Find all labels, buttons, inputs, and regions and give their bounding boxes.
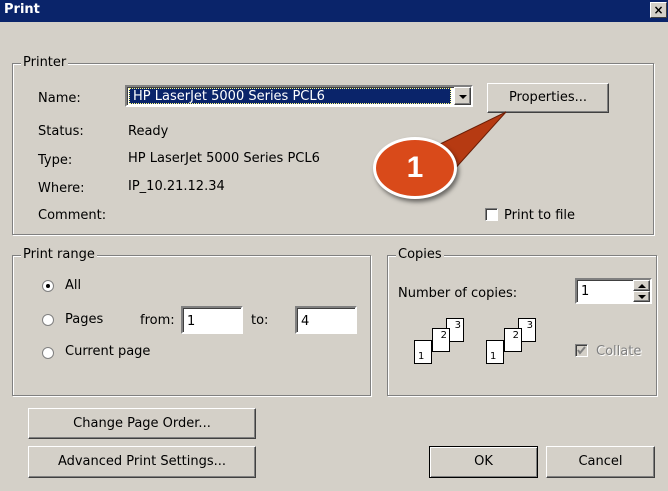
spin-up-button[interactable] (633, 280, 650, 291)
callout-number: 1 (406, 151, 424, 184)
window-title: Print (4, 2, 40, 17)
comment-label: Comment: (38, 208, 107, 223)
page-2-icon: 2 (432, 328, 450, 352)
number-of-copies-label: Number of copies: (398, 286, 518, 301)
printer-name-select[interactable]: HP LaserJet 5000 Series PCL6 (125, 85, 473, 107)
page-2-label: 2 (440, 330, 447, 341)
print-to-file-label[interactable]: Print to file (504, 208, 575, 223)
page-3-label: 3 (454, 320, 461, 331)
printer-group-label: Printer (21, 55, 69, 70)
type-value: HP LaserJet 5000 Series PCL6 (128, 151, 320, 166)
radio-pages[interactable] (42, 314, 54, 326)
arrow-down-icon (638, 295, 646, 299)
status-label: Status: (38, 124, 84, 139)
radio-pages-label[interactable]: Pages (65, 312, 103, 327)
print-range-group-label: Print range (21, 247, 97, 262)
where-value: IP_10.21.12.34 (128, 179, 225, 194)
properties-button[interactable]: Properties... (487, 83, 609, 113)
collate-pages-icon-2: 3 2 1 (482, 318, 542, 373)
spin-down-button[interactable] (633, 291, 650, 302)
arrow-up-icon (638, 284, 646, 288)
advanced-print-settings-label: Advanced Print Settings... (57, 454, 227, 469)
close-icon: × (653, 3, 664, 17)
page-3-label: 3 (526, 320, 533, 331)
checkmark-icon (577, 346, 586, 355)
page-1-icon: 1 (486, 340, 504, 364)
name-label: Name: (38, 91, 81, 106)
change-page-order-button[interactable]: Change Page Order... (28, 408, 256, 439)
callout-badge: 1 (373, 137, 457, 199)
ok-button[interactable]: OK (429, 446, 538, 478)
cancel-button[interactable]: Cancel (546, 446, 655, 478)
chevron-down-icon (459, 95, 467, 99)
page-2-label: 2 (512, 330, 519, 341)
to-input[interactable]: 4 (295, 306, 357, 334)
printer-name-selected: HP LaserJet 5000 Series PCL6 (129, 88, 451, 104)
title-bar[interactable]: Print × (0, 0, 668, 22)
collate-label[interactable]: Collate (596, 344, 641, 359)
page-2-icon: 2 (504, 328, 522, 352)
to-label: to: (251, 313, 269, 328)
where-label: Where: (38, 181, 85, 196)
radio-current-page[interactable] (42, 347, 54, 359)
close-button[interactable]: × (650, 2, 667, 18)
collate-pages-icon-1: 3 2 1 (410, 318, 470, 373)
collate-checkbox[interactable] (575, 344, 588, 357)
print-to-file-checkbox[interactable] (485, 208, 498, 221)
from-input[interactable]: 1 (181, 306, 243, 334)
printer-name-dropdown-button[interactable] (454, 87, 471, 105)
cancel-button-label: Cancel (578, 454, 623, 469)
from-value: 1 (187, 314, 196, 329)
radio-all[interactable] (42, 280, 54, 292)
page-1-label: 1 (490, 351, 497, 362)
page-1-icon: 1 (414, 340, 432, 364)
advanced-print-settings-button[interactable]: Advanced Print Settings... (28, 446, 256, 478)
ok-button-label: OK (474, 454, 493, 469)
number-of-copies-spinner[interactable]: 1 (575, 278, 652, 304)
to-value: 4 (301, 314, 310, 329)
type-label: Type: (38, 153, 73, 168)
printer-name-value: HP LaserJet 5000 Series PCL6 (133, 89, 325, 104)
change-page-order-label: Change Page Order... (73, 416, 211, 431)
status-value: Ready (128, 124, 169, 139)
print-dialog: Print × Printer Name: HP LaserJet 5000 S… (0, 0, 668, 491)
radio-current-page-label[interactable]: Current page (65, 344, 150, 359)
properties-button-label: Properties... (508, 90, 588, 105)
copies-group-label: Copies (396, 247, 444, 262)
radio-all-label[interactable]: All (65, 278, 81, 293)
number-of-copies-value: 1 (581, 284, 590, 299)
page-1-label: 1 (418, 351, 425, 362)
from-label: from: (140, 313, 175, 328)
